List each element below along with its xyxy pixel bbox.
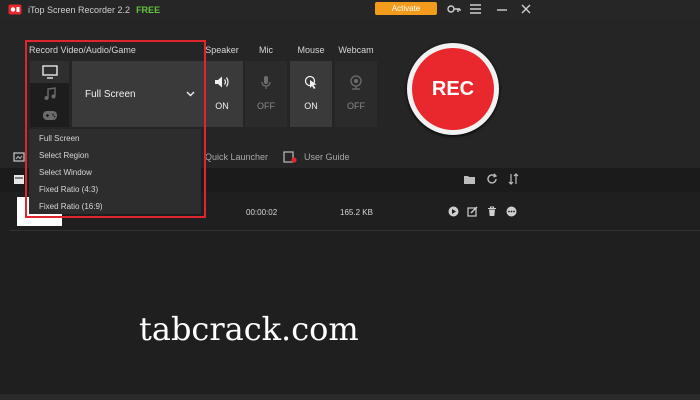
app-title-text: iTop Screen Recorder 2.2 (28, 5, 131, 15)
more-icon[interactable] (506, 206, 517, 217)
play-icon[interactable] (448, 206, 459, 217)
app-logo-icon (8, 4, 22, 15)
sort-icon[interactable] (508, 173, 519, 185)
app-title: iTop Screen Recorder 2.2 FREE (28, 5, 160, 15)
webcam-label: Webcam (338, 45, 374, 55)
folder-icon[interactable] (463, 174, 476, 185)
menu-icon[interactable] (469, 3, 482, 15)
highlight-box (25, 40, 206, 218)
speaker-toggle[interactable]: ON (201, 61, 243, 127)
edition-badge: FREE (136, 5, 161, 15)
edit-icon[interactable] (467, 206, 478, 217)
mic-state: OFF (257, 101, 275, 111)
screenshot-icon[interactable] (13, 152, 25, 163)
webcam-state: OFF (347, 101, 365, 111)
mouse-label: Mouse (297, 45, 325, 55)
speaker-icon (215, 76, 229, 88)
webcam-icon (350, 75, 362, 90)
mic-label: Mic (259, 45, 273, 55)
speaker-label: Speaker (205, 45, 239, 55)
row-size: 165.2 KB (340, 208, 373, 217)
user-guide-link[interactable]: User Guide (304, 152, 350, 162)
activate-button[interactable]: Activate (375, 2, 437, 15)
mouse-state: ON (304, 101, 318, 111)
close-icon[interactable] (520, 3, 532, 15)
mic-icon (261, 76, 271, 89)
mouse-icon (304, 75, 316, 89)
delete-icon[interactable] (487, 206, 497, 217)
webcam-toggle[interactable]: OFF (335, 61, 377, 127)
mic-toggle[interactable]: OFF (245, 61, 287, 127)
watermark-text: tabcrack.com (139, 310, 359, 348)
refresh-icon[interactable] (486, 173, 498, 185)
rec-button[interactable]: REC (412, 48, 494, 130)
key-icon[interactable] (447, 3, 461, 15)
video-tab-icon[interactable] (13, 174, 25, 185)
bottom-bar (0, 394, 700, 400)
speaker-state: ON (215, 101, 229, 111)
minimize-icon[interactable] (496, 3, 508, 15)
mouse-toggle[interactable]: ON (290, 61, 332, 127)
user-guide-icon (283, 151, 297, 163)
quick-launcher-link[interactable]: Quick Launcher (205, 152, 268, 162)
row-duration: 00:00:02 (246, 208, 278, 217)
